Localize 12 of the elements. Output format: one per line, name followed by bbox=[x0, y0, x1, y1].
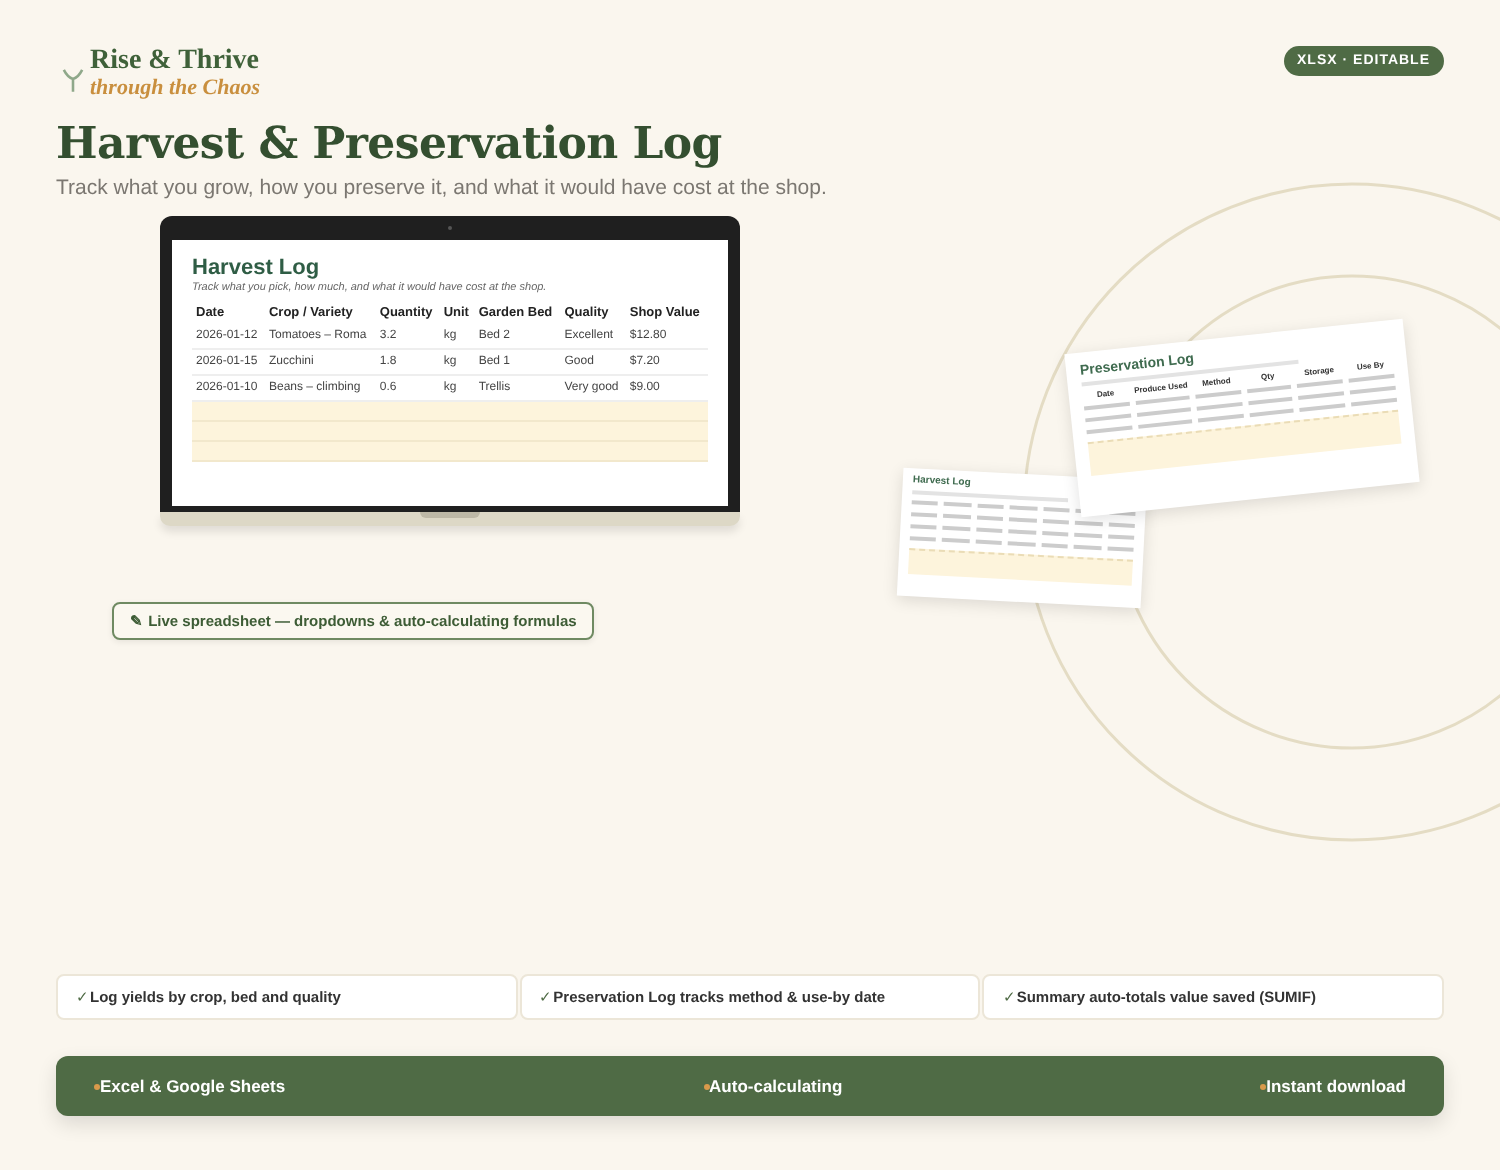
bullet-icon bbox=[1260, 1083, 1267, 1089]
brand-name: Rise & Thrive bbox=[90, 46, 260, 76]
page-title: Harvest & Preservation Log bbox=[56, 116, 724, 174]
sprout-icon bbox=[62, 66, 84, 92]
highlight-text: Instant download bbox=[1266, 1076, 1406, 1096]
highlight-text: Auto-calculating bbox=[709, 1076, 843, 1096]
bullet-icon bbox=[94, 1083, 100, 1089]
highlight-text: Excel & Google Sheets bbox=[100, 1076, 286, 1096]
bullet-icon bbox=[703, 1083, 710, 1089]
brand-tagline: through the Chaos bbox=[90, 76, 260, 100]
sheet-title: Harvest Log bbox=[192, 256, 322, 280]
page-subtitle: Track what you grow, how you preserve it, and what it would have cost at the shop. bbox=[56, 176, 829, 200]
